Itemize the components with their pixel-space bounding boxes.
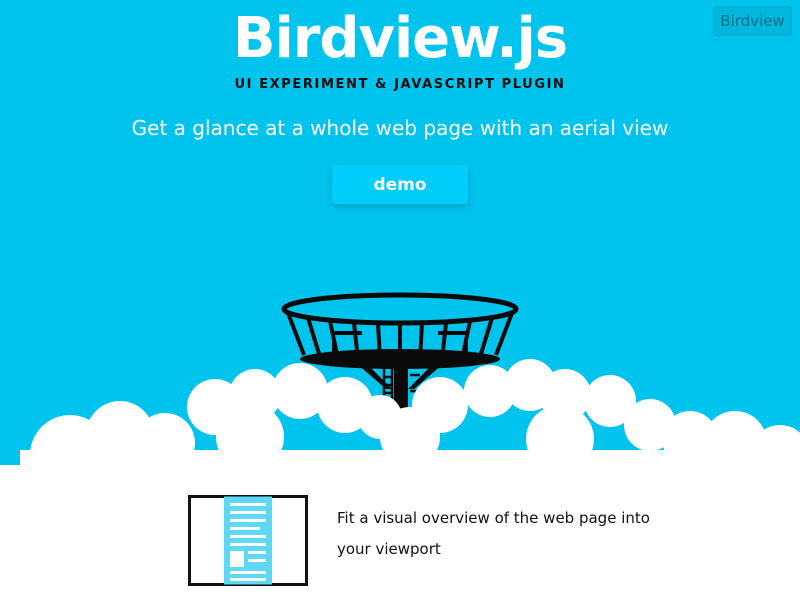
feature-row: Fit a visual overview of the web page in… bbox=[188, 495, 650, 587]
viewport-overview-icon bbox=[188, 495, 308, 586]
birdview-toggle-button[interactable]: Birdview bbox=[713, 6, 792, 36]
tagline: Get a glance at a whole web page with an… bbox=[131, 116, 669, 140]
feature-description: Fit a visual overview of the web page in… bbox=[337, 509, 650, 558]
clouds-illustration bbox=[20, 359, 800, 465]
hero-section: Birdview.js UI EXPERIMENT & JAVASCRIPT P… bbox=[0, 0, 800, 465]
demo-button[interactable]: demo bbox=[332, 165, 468, 204]
site-title: Birdview.js bbox=[232, 6, 568, 71]
site-subtitle: UI EXPERIMENT & JAVASCRIPT PLUGIN bbox=[234, 77, 566, 92]
